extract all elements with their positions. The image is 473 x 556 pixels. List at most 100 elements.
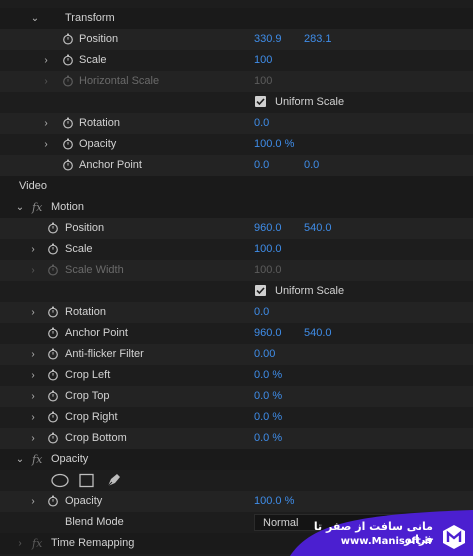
chevron-right-icon[interactable]: › bbox=[27, 491, 39, 512]
property-label: Rotation bbox=[65, 306, 106, 318]
property-label: Crop Right bbox=[65, 411, 118, 423]
fx-icon[interactable]: fx bbox=[32, 449, 42, 470]
stopwatch-icon[interactable] bbox=[62, 33, 74, 45]
rotation-value[interactable]: 0.0 bbox=[254, 113, 269, 134]
stopwatch-icon[interactable] bbox=[47, 432, 59, 444]
property-label: Crop Left bbox=[65, 369, 111, 381]
anchor-y-value[interactable]: 0.0 bbox=[304, 155, 319, 176]
stopwatch-icon[interactable] bbox=[47, 495, 59, 507]
chevron-right-icon[interactable]: › bbox=[40, 50, 52, 71]
anchor-x-value[interactable]: 960.0 bbox=[254, 323, 282, 344]
transform-position-row: Position 330.9 283.1 bbox=[0, 29, 473, 50]
position-y-value[interactable]: 540.0 bbox=[304, 218, 332, 239]
stopwatch-icon[interactable] bbox=[47, 306, 59, 318]
position-x-value[interactable]: 330.9 bbox=[254, 29, 282, 50]
chevron-right-icon[interactable]: › bbox=[14, 533, 26, 554]
scale-value[interactable]: 100.0 bbox=[254, 239, 282, 260]
stopwatch-icon[interactable] bbox=[62, 117, 74, 129]
stopwatch-icon[interactable] bbox=[47, 348, 59, 360]
chevron-right-icon[interactable]: › bbox=[27, 302, 39, 323]
stopwatch-icon bbox=[62, 75, 74, 87]
anchor-y-value[interactable]: 540.0 bbox=[304, 323, 332, 344]
property-label: Scale Width bbox=[65, 264, 124, 276]
chevron-right-icon[interactable]: › bbox=[27, 344, 39, 365]
position-y-value[interactable]: 283.1 bbox=[304, 29, 332, 50]
blend-mode-label: Blend Mode bbox=[65, 516, 124, 528]
chevron-right-icon[interactable]: › bbox=[27, 407, 39, 428]
stopwatch-icon[interactable] bbox=[47, 411, 59, 423]
property-label: Opacity bbox=[65, 495, 103, 507]
uniform-scale-label: Uniform Scale bbox=[275, 285, 345, 297]
stopwatch-icon[interactable] bbox=[47, 222, 59, 234]
motion-anti-flicker-row: › Anti-flicker Filter 0.00 bbox=[0, 344, 473, 365]
transform-horizontal-scale-row: › Horizontal Scale 100 bbox=[0, 71, 473, 92]
chevron-right-icon[interactable]: › bbox=[40, 134, 52, 155]
transform-effect-header[interactable]: ⌄ Transform bbox=[0, 8, 473, 29]
opacity-effect-header[interactable]: ⌄ fx Opacity bbox=[0, 449, 473, 470]
rectangle-mask-icon[interactable] bbox=[79, 473, 94, 488]
property-label: Scale bbox=[79, 54, 107, 66]
stopwatch-icon[interactable] bbox=[47, 369, 59, 381]
property-label: Crop Top bbox=[65, 390, 110, 402]
stopwatch-icon[interactable] bbox=[62, 54, 74, 66]
transform-opacity-row: › Opacity 100.0 % bbox=[0, 134, 473, 155]
property-label: Anchor Point bbox=[79, 159, 142, 171]
pen-mask-icon[interactable] bbox=[107, 474, 120, 487]
transform-title: Transform bbox=[65, 12, 115, 24]
motion-scale-width-row: › Scale Width 100.0 bbox=[0, 260, 473, 281]
uniform-scale-checkbox[interactable] bbox=[255, 96, 266, 107]
motion-rotation-row: › Rotation 0.0 bbox=[0, 302, 473, 323]
property-label: Position bbox=[65, 222, 105, 234]
property-label: Anchor Point bbox=[65, 327, 128, 339]
property-label: Opacity bbox=[79, 138, 117, 150]
stopwatch-icon[interactable] bbox=[62, 159, 74, 171]
crop-top-value[interactable]: 0.0 % bbox=[254, 386, 282, 407]
uniform-scale-checkbox[interactable] bbox=[255, 285, 266, 296]
property-label: Anti-flicker Filter bbox=[65, 348, 144, 360]
transform-scale-row: › Scale 100 bbox=[0, 50, 473, 71]
stopwatch-icon[interactable] bbox=[47, 390, 59, 402]
opacity-value[interactable]: 100.0 % bbox=[254, 134, 294, 155]
video-section-title: Video bbox=[19, 180, 47, 192]
chevron-right-icon[interactable]: › bbox=[27, 386, 39, 407]
stopwatch-icon[interactable] bbox=[47, 327, 59, 339]
motion-crop-top-row: › Crop Top 0.0 % bbox=[0, 386, 473, 407]
chevron-right-icon[interactable]: › bbox=[27, 365, 39, 386]
crop-right-value[interactable]: 0.0 % bbox=[254, 407, 282, 428]
chevron-right-icon[interactable]: › bbox=[40, 113, 52, 134]
ellipse-mask-icon[interactable] bbox=[51, 473, 69, 488]
property-label: Crop Bottom bbox=[65, 432, 127, 444]
video-section-header: Video bbox=[0, 176, 473, 197]
scale-width-value: 100.0 bbox=[254, 264, 282, 276]
anchor-x-value[interactable]: 0.0 bbox=[254, 155, 269, 176]
property-label: Position bbox=[79, 33, 119, 45]
transform-uniform-scale-row: Uniform Scale bbox=[0, 92, 473, 113]
anti-flicker-value[interactable]: 0.00 bbox=[254, 344, 275, 365]
opacity-value[interactable]: 100.0 % bbox=[254, 491, 294, 512]
motion-crop-left-row: › Crop Left 0.0 % bbox=[0, 365, 473, 386]
motion-effect-header[interactable]: ⌄ fx Motion bbox=[0, 197, 473, 218]
property-label: Scale bbox=[65, 243, 93, 255]
chevron-down-icon[interactable]: ⌄ bbox=[29, 8, 41, 29]
mask-tools-row bbox=[0, 470, 473, 491]
scale-value[interactable]: 100 bbox=[254, 50, 272, 71]
chevron-right-icon[interactable]: › bbox=[27, 239, 39, 260]
position-x-value[interactable]: 960.0 bbox=[254, 218, 282, 239]
rotation-value[interactable]: 0.0 bbox=[254, 302, 269, 323]
property-label: Rotation bbox=[79, 117, 120, 129]
transform-anchor-point-row: Anchor Point 0.0 0.0 bbox=[0, 155, 473, 176]
motion-position-row: Position 960.0 540.0 bbox=[0, 218, 473, 239]
chevron-right-icon[interactable]: › bbox=[27, 428, 39, 449]
stopwatch-icon[interactable] bbox=[47, 243, 59, 255]
chevron-down-icon[interactable]: ⌄ bbox=[14, 449, 26, 470]
crop-left-value[interactable]: 0.0 % bbox=[254, 365, 282, 386]
manisoft-logo-icon bbox=[443, 525, 465, 549]
fx-icon[interactable]: fx bbox=[32, 197, 42, 218]
motion-crop-bottom-row: › Crop Bottom 0.0 % bbox=[0, 428, 473, 449]
stopwatch-icon[interactable] bbox=[62, 138, 74, 150]
uniform-scale-label: Uniform Scale bbox=[275, 96, 345, 108]
fx-icon[interactable]: fx bbox=[32, 533, 42, 554]
crop-bottom-value[interactable]: 0.0 % bbox=[254, 428, 282, 449]
chevron-down-icon[interactable]: ⌄ bbox=[14, 197, 26, 218]
transform-rotation-row: › Rotation 0.0 bbox=[0, 113, 473, 134]
